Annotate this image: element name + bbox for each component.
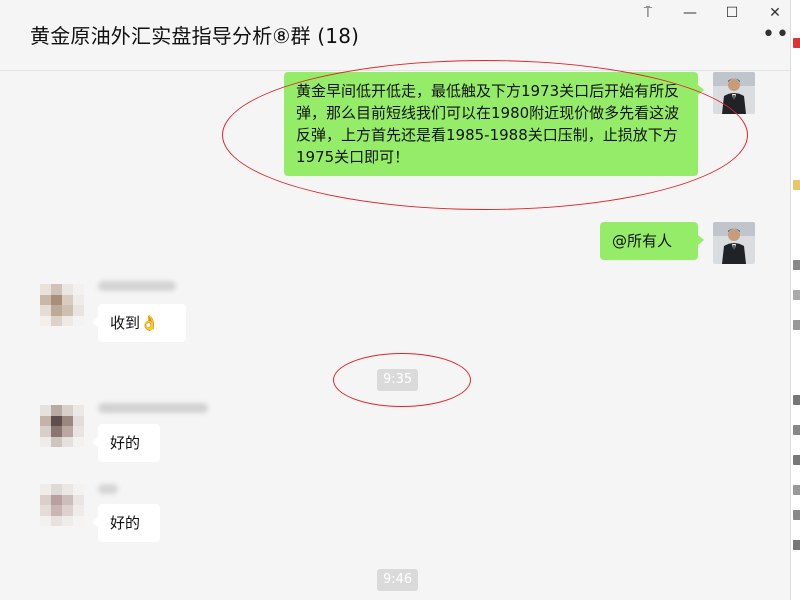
ok-hand-emoji-icon: 👌 [140,314,159,332]
strip-mark [793,485,800,495]
message-bubble-self[interactable]: @所有人 [600,222,704,260]
strip-mark [793,320,800,330]
chat-title[interactable]: 黄金原油外汇实盘指导分析⑧群 (18) [30,20,359,49]
annotation-ellipse [222,60,748,210]
message-bubble-other[interactable]: 好的 [92,424,160,462]
message-bubble-other[interactable]: 收到👌 [92,304,186,342]
member-avatar[interactable] [40,284,84,326]
strip-mark [793,395,800,405]
background-window-strip [790,0,800,600]
member-avatar[interactable] [40,484,84,526]
message-bubble-other[interactable]: 好的 [92,504,160,542]
chat-header: 黄金原油外汇实盘指导分析⑧群 (18) ⍑ — ☐ ✕ ••• [0,0,800,71]
maximize-icon[interactable]: ☐ [721,2,743,24]
strip-mark [793,425,800,435]
annotation-ellipse [333,353,471,407]
close-icon[interactable]: ✕ [764,2,786,24]
blurred-member-name [98,281,176,291]
message-timestamp: 9:46 [377,569,419,591]
blurred-member-name [98,403,208,413]
minimize-icon[interactable]: — [679,2,701,24]
man-in-suit-icon [713,222,755,264]
strip-mark [793,290,800,300]
self-avatar[interactable] [713,222,755,264]
message-text: 收到 [110,314,141,332]
strip-mark [793,455,800,465]
member-avatar[interactable] [40,405,84,447]
strip-mark [793,540,800,550]
strip-mark [793,180,800,190]
strip-mark [793,260,800,270]
pin-icon[interactable]: ⍑ [637,2,659,24]
blurred-member-name [98,484,118,494]
strip-mark [793,510,800,520]
strip-mark [793,38,800,48]
